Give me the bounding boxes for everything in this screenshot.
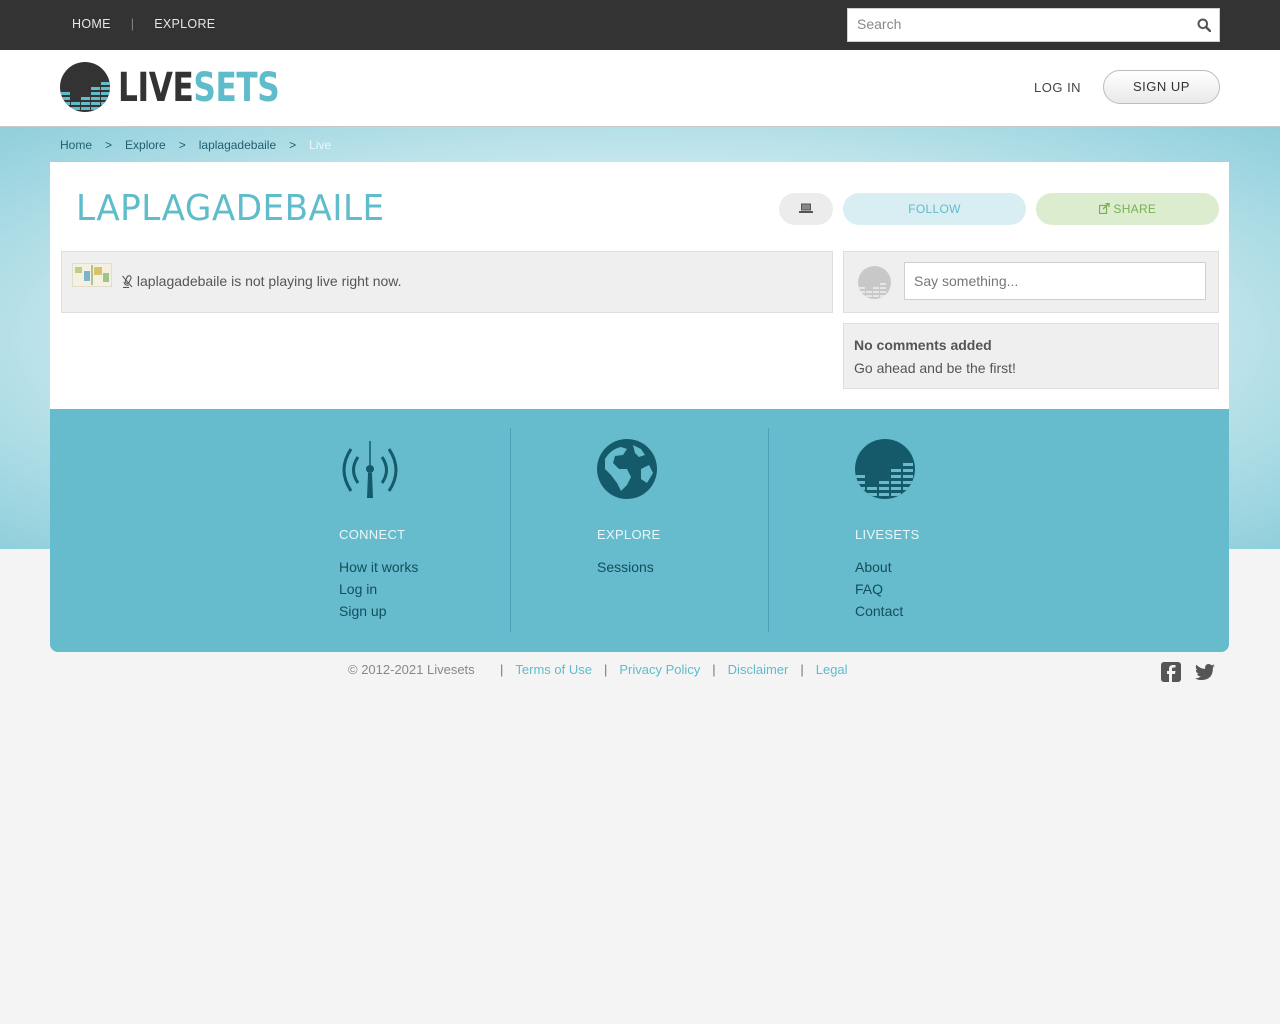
footer-link-sign-up[interactable]: Sign up (339, 603, 386, 619)
share-button[interactable]: SHARE (1036, 193, 1219, 225)
legal-links: | Terms of Use | Privacy Policy | Disclaimer |… (488, 662, 848, 677)
comment-box (843, 251, 1219, 313)
disclaimer-link[interactable]: Disclaimer (728, 662, 789, 677)
no-comments-title: No comments added (854, 337, 992, 353)
copyright: © 2012-2021 Livesets (348, 662, 475, 677)
page-title: LAPLAGADEBAILE (76, 188, 385, 229)
breadcrumb: Home > Explore > laplagadebaile > Live (60, 138, 331, 152)
no-comments-panel: No comments added Go ahead and be the fi… (843, 323, 1219, 389)
footer-title-connect: CONNECT (339, 527, 406, 542)
privacy-link[interactable]: Privacy Policy (619, 662, 700, 677)
breadcrumb-separator: > (178, 138, 186, 152)
search-box (847, 8, 1220, 42)
livesets-logo-icon (855, 439, 915, 499)
footer-title-explore: EXPLORE (597, 527, 661, 542)
search-icon[interactable] (1197, 18, 1211, 32)
breadcrumb-user[interactable]: laplagadebaile (199, 138, 276, 152)
nav-explore-link[interactable]: EXPLORE (154, 17, 215, 31)
device-button[interactable] (779, 193, 833, 225)
logo-part-sets: SETS (193, 65, 280, 111)
commenter-avatar (858, 266, 891, 299)
footer-link-log-in[interactable]: Log in (339, 581, 377, 597)
no-comments-subtitle: Go ahead and be the first! (854, 360, 1016, 376)
legal-separator: | (603, 662, 608, 677)
twitter-icon[interactable] (1195, 664, 1215, 681)
legal-separator: | (712, 662, 716, 677)
legal-link[interactable]: Legal (816, 662, 848, 677)
legal-separator: | (800, 662, 804, 677)
footer-link-about[interactable]: About (855, 559, 892, 575)
login-link[interactable]: LOG IN (1034, 80, 1081, 95)
terms-link[interactable]: Terms of Use (515, 662, 592, 677)
user-avatar[interactable] (72, 263, 112, 287)
comment-input[interactable] (904, 262, 1206, 300)
footer-column-connect: CONNECT How it works Log in Sign up (339, 409, 559, 652)
signup-button[interactable]: SIGN UP (1103, 70, 1220, 104)
globe-icon (597, 439, 657, 499)
nav-separator: | (130, 17, 135, 31)
laptop-icon (799, 203, 813, 213)
follow-button[interactable]: FOLLOW (843, 193, 1026, 225)
top-nav: HOME | EXPLORE (72, 17, 215, 31)
breadcrumb-separator: > (105, 138, 113, 152)
footer-link-how-it-works[interactable]: How it works (339, 559, 418, 575)
share-label: SHARE (1113, 202, 1157, 216)
footer-link-contact[interactable]: Contact (855, 603, 903, 619)
broadcast-icon (342, 441, 398, 498)
logo-part-live: LIVE (118, 65, 194, 111)
legal-separator: | (500, 662, 504, 677)
footer-column-explore: EXPLORE Sessions (597, 409, 817, 652)
share-icon (1098, 202, 1110, 215)
nav-home-link[interactable]: HOME (72, 17, 111, 31)
live-status-text: laplagadebaile is not playing live right… (122, 273, 402, 289)
logo-wordmark[interactable]: LIVESETS (118, 63, 280, 113)
breadcrumb-separator: > (289, 138, 297, 152)
microphone-icon (122, 275, 133, 289)
footer-link-sessions[interactable]: Sessions (597, 559, 654, 575)
breadcrumb-current: Live (309, 138, 332, 152)
breadcrumb-home[interactable]: Home (60, 138, 92, 152)
live-status-label: laplagadebaile is not playing live right… (136, 273, 402, 289)
search-input[interactable] (848, 9, 1177, 39)
site-header: LIVESETS LOG IN SIGN UP (0, 50, 1280, 127)
facebook-icon[interactable] (1161, 662, 1181, 682)
livesets-logo-icon[interactable] (60, 62, 112, 114)
footer-title-livesets: LIVESETS (855, 527, 920, 542)
footer-link-faq[interactable]: FAQ (855, 581, 883, 597)
breadcrumb-explore[interactable]: Explore (125, 138, 166, 152)
live-status-panel: laplagadebaile is not playing live right… (61, 251, 833, 313)
footer-column-livesets: LIVESETS About FAQ Contact (855, 409, 1075, 652)
